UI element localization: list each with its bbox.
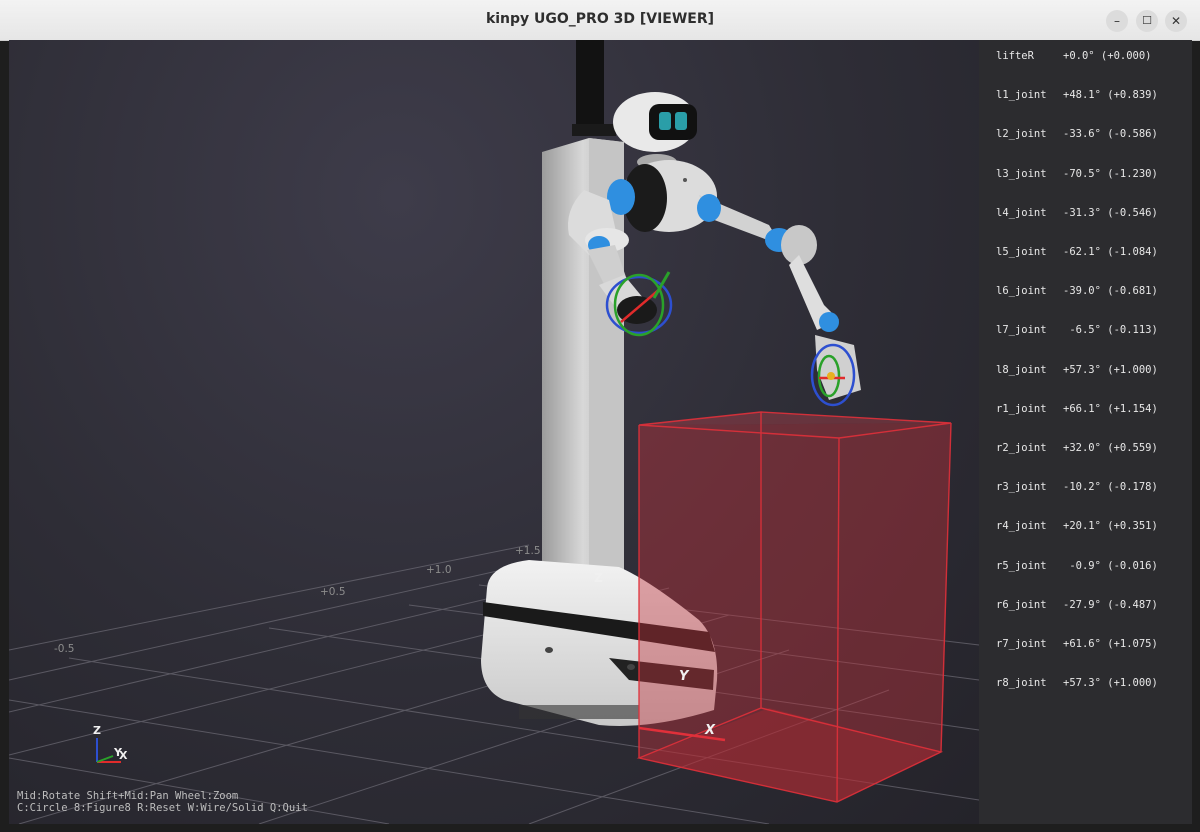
robot-right-arm: [697, 194, 861, 407]
joint-value: -6.5° (-0.113): [1063, 324, 1158, 337]
joint-row: l4_joint -31.3° (-0.546): [979, 207, 1192, 227]
joint-value: -70.5° (-1.230): [1063, 167, 1158, 180]
joint-value: -27.9° (-0.487): [1063, 598, 1158, 611]
grid-tick-label: +1.5: [515, 545, 541, 557]
grid-tick-label: +1.0: [426, 564, 452, 576]
help-text-line2: C:Circle 8:Figure8 R:Reset W:Wire/Solid …: [17, 802, 308, 814]
joint-row: l2_joint -33.6° (-0.586): [979, 128, 1192, 148]
joint-name: r3_joint: [996, 481, 1047, 494]
joint-panel: lifteR +0.0° (+0.000) l1_joint +48.1° (+0.8…: [979, 40, 1192, 824]
joint-row: l3_joint -70.5° (-1.230): [979, 168, 1192, 188]
axis-label-y: Y: [679, 669, 690, 684]
joint-name: lifteR: [996, 50, 1034, 62]
joint-name: l1_joint: [996, 89, 1047, 102]
joint-name: l6_joint: [996, 285, 1047, 298]
joint-row: r8_joint +57.3° (+1.000): [979, 677, 1192, 697]
joint-value: -31.3° (-0.546): [1063, 206, 1158, 219]
joint-value: +0.0° (+0.000): [1063, 50, 1152, 62]
grid-tick-label: +0.5: [320, 586, 346, 598]
gizmo-label-x: X: [119, 749, 128, 762]
joint-row: r5_joint -0.9° (-0.016): [979, 560, 1192, 580]
help-text-line1: Mid:Rotate Shift+Mid:Pan Wheel:Zoom: [17, 790, 239, 802]
joint-name: r1_joint: [996, 402, 1047, 415]
joint-row: r6_joint -27.9° (-0.487): [979, 599, 1192, 619]
joint-name: l8_joint: [996, 363, 1047, 376]
joint-value: +61.6° (+1.075): [1063, 638, 1158, 650]
joint-row: r3_joint -10.2° (-0.178): [979, 481, 1192, 501]
joint-value: +66.1° (+1.154): [1063, 402, 1158, 415]
grid-tick-label: -0.5: [54, 643, 75, 655]
joint-row: l6_joint -39.0° (-0.681): [979, 285, 1192, 305]
joint-value: -62.1° (-1.084): [1063, 246, 1158, 258]
joint-value: +32.0° (+0.559): [1063, 442, 1158, 454]
joint-name: r7_joint: [996, 638, 1047, 650]
joint-value: -39.0° (-0.681): [1063, 285, 1158, 298]
joint-name: r5_joint: [996, 559, 1047, 572]
axis-label-x: X: [704, 723, 716, 738]
maximize-button[interactable]: ☐: [1136, 10, 1158, 32]
joint-value: +48.1° (+0.839): [1063, 89, 1158, 102]
joint-value: -0.9° (-0.016): [1063, 559, 1158, 572]
joint-name: l7_joint: [996, 324, 1047, 337]
joint-name: r6_joint: [996, 598, 1047, 611]
window-title: kinpy UGO_PRO 3D [VIEWER]: [485, 11, 715, 27]
robot-lift-column: [542, 40, 624, 585]
joint-value: -10.2° (-0.178): [1063, 481, 1158, 494]
joint-name: r4_joint: [996, 520, 1047, 533]
joint-row: l8_joint +57.3° (+1.000): [979, 364, 1192, 384]
scene-canvas[interactable]: +1.5 +1.0 +0.5 -0.5 Z Y X Z Y X: [9, 40, 979, 824]
minimize-button[interactable]: –: [1106, 10, 1128, 32]
3d-viewport[interactable]: +1.5 +1.0 +0.5 -0.5 Z Y X Z Y X Mid:Rota…: [9, 40, 979, 824]
joint-row: r2_joint +32.0° (+0.559): [979, 442, 1192, 462]
joint-row: r1_joint +66.1° (+1.154): [979, 403, 1192, 423]
joint-name: l3_joint: [996, 167, 1047, 180]
joint-row: l7_joint -6.5° (-0.113): [979, 324, 1192, 344]
joint-row: r4_joint +20.1° (+0.351): [979, 520, 1192, 540]
joint-value: +20.1° (+0.351): [1063, 520, 1158, 533]
joint-name: l5_joint: [996, 246, 1047, 258]
workspace-box: [636, 411, 952, 803]
joint-name: l4_joint: [996, 206, 1047, 219]
joint-row: l5_joint -62.1° (-1.084): [979, 246, 1192, 266]
axis-label-z: Z: [594, 571, 603, 585]
joint-name: l2_joint: [996, 128, 1047, 141]
joint-name: r2_joint: [996, 442, 1047, 454]
gizmo-label-z: Z: [93, 724, 101, 737]
joint-row: l1_joint +48.1° (+0.839): [979, 89, 1192, 109]
joint-row: lifteR +0.0° (+0.000): [979, 50, 1192, 70]
window-bottom-border: [0, 824, 1200, 832]
joint-value: +57.3° (+1.000): [1063, 363, 1158, 376]
joint-value: +57.3° (+1.000): [1063, 677, 1158, 690]
joint-name: r8_joint: [996, 677, 1047, 690]
robot-head: [613, 92, 697, 170]
viewer-window: kinpy UGO_PRO 3D [VIEWER] – ☐ ✕ +1.5 +1.…: [0, 0, 1200, 832]
joint-value: -33.6° (-0.586): [1063, 128, 1158, 141]
close-button[interactable]: ✕: [1165, 10, 1187, 32]
joint-row: r7_joint +61.6° (+1.075): [979, 638, 1192, 658]
title-bar[interactable]: kinpy UGO_PRO 3D [VIEWER] – ☐ ✕: [0, 0, 1200, 41]
